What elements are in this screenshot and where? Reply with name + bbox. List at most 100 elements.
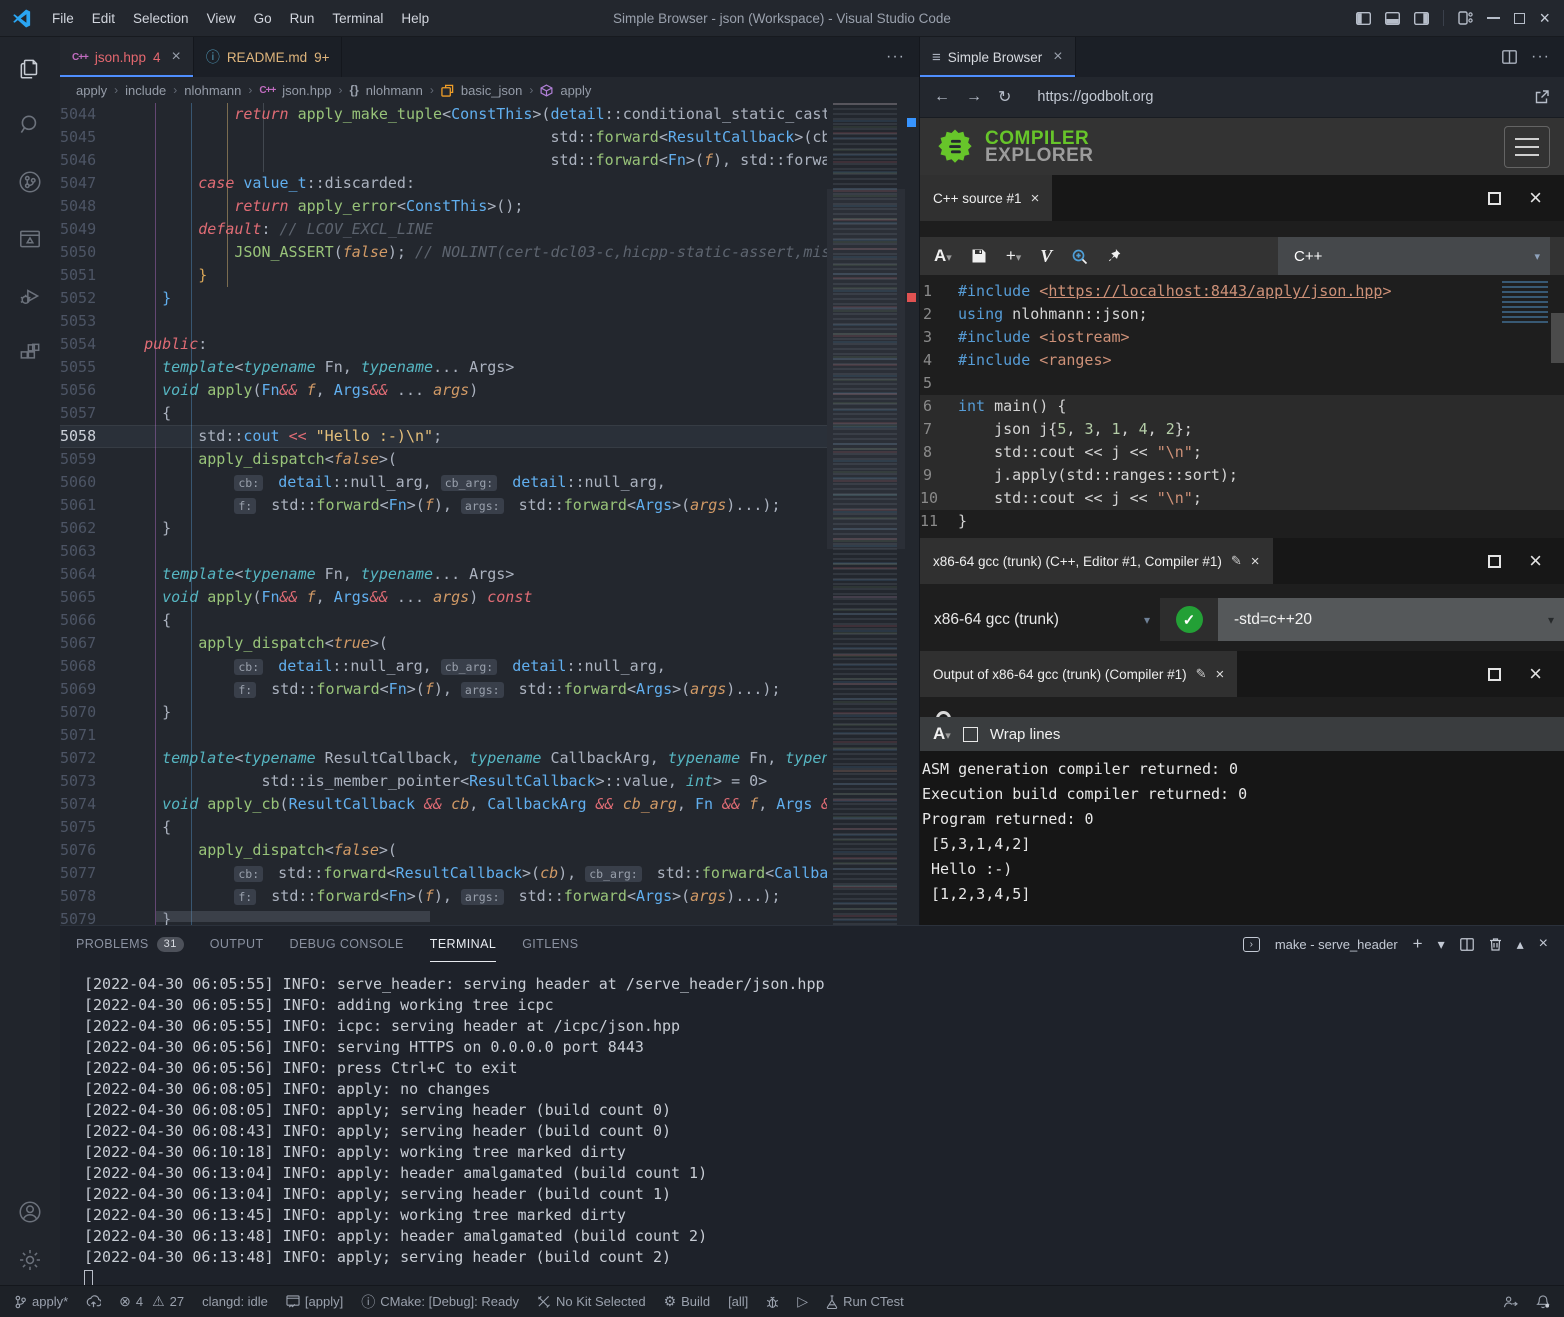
- maximize-icon[interactable]: [1514, 13, 1525, 24]
- code-line[interactable]: 5056 void apply(Fn&& f, Args&& ... args): [60, 379, 827, 402]
- menu-run[interactable]: Run: [281, 7, 324, 30]
- debug-item[interactable]: [766, 1295, 779, 1309]
- code-line[interactable]: 5065 void apply(Fn&& f, Args&& ... args)…: [60, 586, 827, 609]
- code-line[interactable]: 5057 {: [60, 402, 827, 425]
- close-icon[interactable]: ×: [1251, 553, 1260, 570]
- ce-code-line[interactable]: 9 j.apply(std::ranges::sort);: [920, 464, 1564, 487]
- code-line[interactable]: 5063: [60, 540, 827, 563]
- git-branch-item[interactable]: apply*: [14, 1294, 68, 1309]
- breadcrumb-item[interactable]: include: [125, 83, 166, 98]
- ce-code-line[interactable]: 2using nlohmann::json;: [920, 303, 1564, 326]
- ce-code-line[interactable]: 4#include <ranges>: [920, 349, 1564, 372]
- code-line[interactable]: 5045 std::forward<ResultCallback>(cb),: [60, 126, 827, 149]
- source-pane-tab[interactable]: C++ source #1 ×: [920, 175, 1052, 221]
- code-line[interactable]: 5051 }: [60, 264, 827, 287]
- code-line[interactable]: 5076 apply_dispatch<false>(: [60, 839, 827, 862]
- live-preview-icon[interactable]: [17, 226, 43, 252]
- close-pane-icon[interactable]: ×: [1529, 663, 1542, 685]
- problems-item[interactable]: ⊗4 ⚠27: [119, 1293, 184, 1310]
- breadcrumb-item[interactable]: basic_json: [461, 83, 522, 98]
- reload-icon[interactable]: ↻: [998, 87, 1011, 107]
- terminal-dropdown-icon[interactable]: ▾: [1438, 936, 1445, 953]
- code-line[interactable]: 5078 f: std::forward<Fn>(f), args: std::…: [60, 885, 827, 908]
- code-line[interactable]: 5050 JSON_ASSERT(false); // NOLINT(cert-…: [60, 241, 827, 264]
- compiler-output[interactable]: ASM generation compiler returned: 0Execu…: [920, 751, 1564, 925]
- code-line[interactable]: 5066 {: [60, 609, 827, 632]
- kill-terminal-icon[interactable]: [1489, 937, 1502, 951]
- new-terminal-icon[interactable]: +: [1413, 934, 1423, 954]
- url-input[interactable]: https://godbolt.org: [1027, 89, 1518, 105]
- menu-edit[interactable]: Edit: [83, 7, 124, 30]
- code-line[interactable]: 5048 return apply_error<ConstThis>();: [60, 195, 827, 218]
- ce-code-line[interactable]: 11}: [920, 510, 1564, 533]
- ce-code-line[interactable]: 8 std::cout << j << "\n";: [920, 441, 1564, 464]
- code-line[interactable]: 5059 apply_dispatch<false>(: [60, 448, 827, 471]
- code-line[interactable]: 5055 template<typename Fn, typename... A…: [60, 356, 827, 379]
- code-line[interactable]: 5062 }: [60, 517, 827, 540]
- breadcrumb-item[interactable]: json.hpp: [282, 83, 331, 98]
- code-line[interactable]: 5074 void apply_cb(ResultCallback && cb,…: [60, 793, 827, 816]
- menu-file[interactable]: File: [43, 7, 83, 30]
- hamburger-menu-icon[interactable]: [1504, 126, 1550, 168]
- kit-item[interactable]: No Kit Selected: [537, 1294, 646, 1309]
- breadcrumb-item[interactable]: nlohmann: [366, 83, 423, 98]
- split-editor-icon[interactable]: [1502, 50, 1517, 64]
- code-line[interactable]: 5069 f: std::forward<Fn>(f), args: std::…: [60, 678, 827, 701]
- tab-output[interactable]: OUTPUT: [210, 926, 264, 962]
- code-line[interactable]: 5067 apply_dispatch<true>(: [60, 632, 827, 655]
- code-line[interactable]: 5054 public:: [60, 333, 827, 356]
- code-line[interactable]: 5052 }: [60, 287, 827, 310]
- cmake-project-item[interactable]: [apply]: [286, 1294, 343, 1309]
- close-pane-icon[interactable]: ×: [1529, 550, 1542, 572]
- compiler-flags-input[interactable]: -std=c++20▾: [1218, 598, 1564, 641]
- forward-icon[interactable]: →: [966, 88, 982, 106]
- maximize-pane-icon[interactable]: [1488, 668, 1501, 681]
- tab-problems[interactable]: PROBLEMS 31: [76, 926, 184, 962]
- tab-readme-md[interactable]: ⓘ README.md 9+: [194, 37, 343, 77]
- settings-gear-icon[interactable]: [17, 1247, 43, 1273]
- code-lines[interactable]: 5044 return apply_make_tuple<ConstThis>(…: [60, 103, 827, 925]
- terminal-process-label[interactable]: make - serve_header: [1275, 937, 1398, 952]
- source-control-icon[interactable]: [17, 169, 43, 195]
- menu-view[interactable]: View: [198, 7, 245, 30]
- rename-icon[interactable]: ✎: [1196, 666, 1207, 682]
- maximize-panel-icon[interactable]: ▴: [1517, 936, 1524, 953]
- code-line[interactable]: 5061 f: std::forward<Fn>(f), args: std::…: [60, 494, 827, 517]
- build-target-item[interactable]: [all]: [728, 1294, 748, 1309]
- ce-code-line[interactable]: 7 json j{5, 3, 1, 4, 2};: [920, 418, 1564, 441]
- sync-changes-item[interactable]: [86, 1295, 101, 1308]
- menu-help[interactable]: Help: [392, 7, 438, 30]
- font-size-icon[interactable]: A▾: [933, 724, 951, 744]
- code-editor[interactable]: 5044 return apply_make_tuple<ConstThis>(…: [60, 103, 919, 925]
- breadcrumb-item[interactable]: apply: [76, 83, 107, 98]
- minimap-slider[interactable]: [827, 189, 905, 549]
- ce-scrollbar[interactable]: [1551, 313, 1564, 363]
- code-line[interactable]: 5075 {: [60, 816, 827, 839]
- ce-code-line[interactable]: 10 std::cout << j << "\n";: [920, 487, 1564, 510]
- rename-icon[interactable]: ✎: [1231, 553, 1242, 569]
- close-icon[interactable]: ×: [1053, 48, 1062, 66]
- tab-json-hpp[interactable]: C++ json.hpp 4 ×: [60, 37, 194, 77]
- menu-terminal[interactable]: Terminal: [323, 7, 392, 30]
- save-icon[interactable]: [971, 248, 987, 264]
- ce-wordmark[interactable]: COMPILER EXPLORER: [985, 130, 1094, 164]
- toggle-secondary-sidebar-icon[interactable]: [1414, 12, 1429, 25]
- close-icon[interactable]: ×: [171, 48, 180, 66]
- cmake-status-item[interactable]: ⓘCMake: [Debug]: Ready: [361, 1292, 519, 1312]
- ce-code-line[interactable]: 1#include <https://localhost:8443/apply/…: [920, 280, 1564, 303]
- compiler-pane-tab[interactable]: x86-64 gcc (trunk) (C++, Editor #1, Comp…: [920, 538, 1273, 584]
- account-icon[interactable]: [17, 1199, 43, 1225]
- browser-more-actions-icon[interactable]: ···: [1531, 48, 1550, 66]
- minimize-icon[interactable]: [1487, 17, 1500, 19]
- zoom-icon[interactable]: [1071, 248, 1088, 265]
- launch-item[interactable]: ▷: [797, 1293, 808, 1310]
- code-line[interactable]: 5073 std::is_member_pointer<ResultCallba…: [60, 770, 827, 793]
- split-terminal-icon[interactable]: [1460, 938, 1474, 951]
- explorer-icon[interactable]: [17, 55, 43, 81]
- ce-code-line[interactable]: 6int main() {: [920, 395, 1564, 418]
- open-external-icon[interactable]: [1534, 89, 1550, 105]
- maximize-pane-icon[interactable]: [1488, 555, 1501, 568]
- font-size-icon[interactable]: A▾: [934, 246, 952, 266]
- maximize-pane-icon[interactable]: [1488, 192, 1501, 205]
- close-icon[interactable]: ×: [1216, 666, 1225, 683]
